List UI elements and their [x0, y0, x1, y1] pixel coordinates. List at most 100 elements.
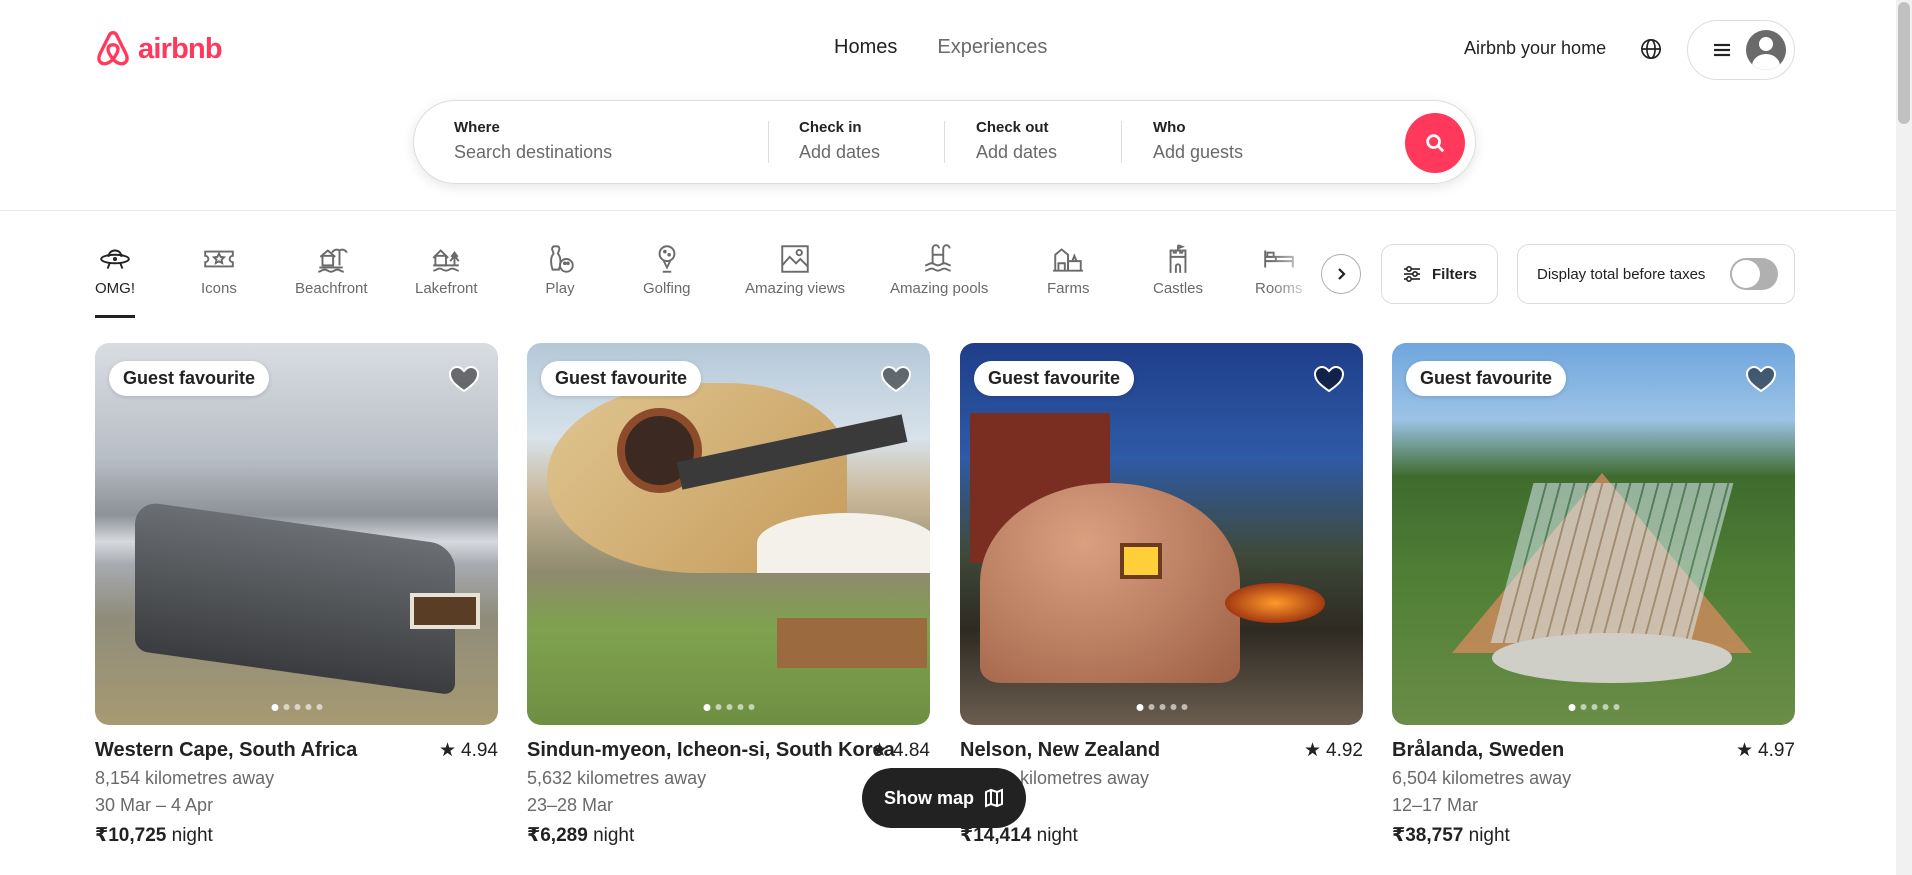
chevron-right-icon — [1338, 268, 1346, 280]
show-map-button[interactable]: Show map — [862, 768, 1026, 828]
listing-card[interactable]: Guest favourite Brålanda, Sweden ★ 4.97 6… — [1392, 343, 1795, 847]
airbnb-your-home-link[interactable]: Airbnb your home — [1464, 38, 1606, 59]
category-label: Beachfront — [295, 280, 368, 297]
heart-icon[interactable] — [1745, 363, 1777, 395]
price-value: ₹38,757 — [1392, 825, 1464, 846]
listing-title: Western Cape, South Africa — [95, 739, 358, 761]
listing-dates: 30 Mar – 4 Apr — [95, 795, 214, 815]
photo-pagination — [271, 704, 322, 711]
listing-distance: 6,504 kilometres away — [1392, 768, 1572, 788]
star-icon: ★ — [438, 740, 457, 761]
listing-rating: ★ 4.84 — [871, 739, 930, 762]
who-field[interactable]: Who Add guests — [1153, 119, 1243, 163]
nav-homes[interactable]: Homes — [834, 36, 897, 59]
display-total-toggle-container: Display total before taxes — [1517, 244, 1795, 304]
display-total-toggle[interactable] — [1730, 258, 1778, 290]
listing-card[interactable]: Guest favourite Sindun-myeon, Icheon-si,… — [527, 343, 930, 847]
listing-rating: ★ 4.97 — [1736, 739, 1795, 762]
castle-icon — [1169, 244, 1187, 273]
listing-rating: ★ 4.94 — [439, 739, 498, 762]
category-omg[interactable]: OMG! — [95, 242, 135, 318]
heart-icon[interactable] — [880, 363, 912, 395]
search-button[interactable] — [1405, 113, 1465, 173]
sliders-icon — [1403, 265, 1420, 283]
pool-icon — [925, 244, 951, 272]
listing-photo[interactable]: Guest favourite — [527, 343, 930, 725]
listing-info: Brålanda, Sweden ★ 4.97 6,504 kilometres … — [1392, 739, 1795, 847]
photo-pagination — [1568, 704, 1619, 711]
checkout-field[interactable]: Check out Add dates — [976, 119, 1057, 163]
listing-title: Nelson, New Zealand — [960, 739, 1161, 761]
listing-rating: ★ 4.92 — [1304, 739, 1363, 762]
beach-icon — [318, 248, 349, 273]
category-farms[interactable]: Farms — [1047, 242, 1090, 297]
airbnb-logo-icon — [97, 31, 129, 66]
category-label: Lakefront — [415, 280, 478, 297]
listing-card[interactable]: Guest favourite Western Cape, South Afri… — [95, 343, 498, 847]
category-label: Amazing pools — [890, 280, 989, 297]
category-next-button[interactable] — [1321, 254, 1361, 294]
window-shape — [1120, 543, 1162, 579]
search-bar: Where Search destinations Check in Add d… — [413, 100, 1476, 184]
photo-pagination — [703, 704, 754, 711]
where-field[interactable]: Where Search destinations — [454, 119, 612, 163]
page-scrollbar[interactable] — [1896, 0, 1912, 875]
price-value: ₹10,725 — [95, 825, 167, 846]
category-lakefront[interactable]: Lakefront — [415, 242, 478, 297]
rating-value: 4.92 — [1326, 739, 1363, 761]
lake-icon — [432, 249, 460, 272]
rating-value: 4.94 — [461, 739, 498, 761]
rock-shape — [1492, 633, 1732, 683]
checkin-label: Check in — [799, 119, 862, 136]
airbnb-logo[interactable]: airbnb — [94, 28, 223, 70]
category-amazing-pools[interactable]: Amazing pools — [890, 242, 988, 297]
category-castles[interactable]: Castles — [1153, 242, 1203, 297]
category-beachfront[interactable]: Beachfront — [295, 242, 368, 297]
firelight-shape — [1225, 583, 1325, 623]
category-bar: OMG! Icons Beachfront Lakefront Play Gol… — [95, 242, 1365, 324]
listing-card[interactable]: Guest favourite Nelson, New Zealand ★ 4.9… — [960, 343, 1363, 847]
search-divider — [768, 121, 769, 163]
category-play[interactable]: Play — [543, 242, 577, 297]
listing-title: Brålanda, Sweden — [1392, 739, 1565, 761]
star-icon: ★ — [1735, 740, 1754, 761]
category-amazing-views[interactable]: Amazing views — [745, 242, 845, 297]
user-menu-button[interactable] — [1687, 20, 1795, 80]
nav-experiences[interactable]: Experiences — [937, 36, 1047, 59]
checkout-label: Check out — [976, 119, 1049, 136]
category-icons[interactable]: Icons — [201, 242, 237, 297]
heart-icon[interactable] — [1313, 363, 1345, 395]
listing-photo[interactable]: Guest favourite — [1392, 343, 1795, 725]
heart-icon[interactable] — [448, 363, 480, 395]
category-label: Castles — [1153, 280, 1204, 297]
ufo-icon — [100, 249, 130, 269]
deck-shape — [777, 618, 927, 668]
filters-button[interactable]: Filters — [1381, 244, 1498, 304]
farm-icon — [1053, 248, 1084, 272]
dome-hut-shape — [980, 483, 1240, 683]
checkin-field[interactable]: Check in Add dates — [799, 119, 880, 163]
listing-distance: 8,154 kilometres away — [95, 768, 275, 788]
category-golfing[interactable]: Golfing — [643, 242, 691, 297]
scrollbar-thumb[interactable] — [1898, 2, 1910, 124]
listing-photo[interactable]: Guest favourite — [95, 343, 498, 725]
show-map-label: Show map — [883, 787, 974, 808]
category-label: Play — [545, 280, 575, 297]
listing-dates: 12–17 Mar — [1392, 795, 1479, 815]
listing-photo[interactable]: Guest favourite — [960, 343, 1363, 725]
category-label: Farms — [1047, 280, 1090, 297]
category-label: Amazing views — [745, 280, 846, 297]
brand-name: airbnb — [138, 32, 223, 65]
rating-value: 4.97 — [1758, 739, 1795, 761]
photo-pagination — [1136, 704, 1187, 711]
listing-price: ₹14,414 night — [960, 824, 1363, 847]
checkout-placeholder: Add dates — [976, 142, 1058, 162]
category-label: Icons — [201, 280, 237, 297]
guest-favourite-badge: Guest favourite — [541, 361, 702, 396]
header: airbnb Homes Experiences Airbnb your hom… — [0, 0, 1896, 211]
category-label: OMG! — [95, 280, 135, 297]
star-icon: ★ — [1303, 740, 1322, 761]
search-divider — [1121, 121, 1122, 163]
globe-icon[interactable] — [1640, 38, 1662, 60]
listing-price: ₹10,725 night — [95, 824, 498, 847]
